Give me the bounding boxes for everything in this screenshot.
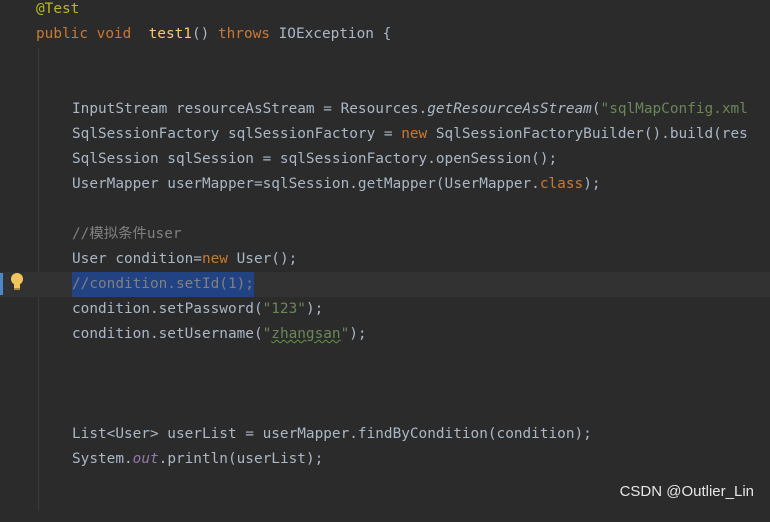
code-line-session[interactable]: SqlSession sqlSession = sqlSessionFactor… <box>0 147 770 172</box>
code-text: UserMapper userMapper=sqlSession.getMapp… <box>72 172 601 197</box>
method-name: test1 <box>148 26 192 42</box>
code-text: SqlSessionFactory sqlSessionFactory = ne… <box>72 122 748 147</box>
code-text: InputStream resourceAsStream = Resources… <box>72 97 748 122</box>
method-parens: () <box>191 26 210 42</box>
static-field-out: out <box>132 451 159 467</box>
code-segment: SqlSessionFactoryBuilder().build(res <box>427 126 748 142</box>
code-segment: .println(userList); <box>158 451 324 467</box>
string-literal: "123" <box>262 301 306 317</box>
code-text: User condition=new User(); <box>72 247 297 272</box>
code-segment: SqlSessionFactory sqlSessionFactory = <box>72 126 402 142</box>
watermark: CSDN @Outlier_Lin <box>619 483 754 500</box>
lightbulb-icon[interactable] <box>10 272 24 292</box>
code-line-set-username[interactable]: condition.setUsername("zhangsan"); <box>0 322 770 347</box>
code-editor[interactable]: @Test public void test1() throws IOExcep… <box>0 0 770 510</box>
code-text: System.out.println(userList); <box>72 447 323 472</box>
code-text: condition.setUsername("zhangsan"); <box>72 322 367 347</box>
code-line-println[interactable]: System.out.println(userList); <box>0 447 770 472</box>
keyword-new: new <box>201 251 228 267</box>
code-line-current[interactable]: //condition.setId(1); <box>0 272 770 297</box>
keyword-public: public <box>36 26 88 42</box>
string-quote: " <box>262 326 272 342</box>
code-segment: InputStream resourceAsStream = Resources… <box>72 101 428 117</box>
code-segment: condition.setPassword( <box>72 301 263 317</box>
code-text: SqlSession sqlSession = sqlSessionFactor… <box>72 151 558 167</box>
string-quote: " <box>340 326 350 342</box>
selected-comment[interactable]: //condition.setId(1); <box>72 272 254 297</box>
code-line-annotation[interactable]: @Test <box>0 0 770 22</box>
code-segment: User(); <box>227 251 298 267</box>
exception-type: IOException { <box>278 26 392 42</box>
code-segment: System. <box>72 451 133 467</box>
line-comment: //模拟条件user <box>72 226 182 242</box>
code-segment: ); <box>583 176 601 192</box>
code-line-signature[interactable]: public void test1() throws IOException { <box>0 22 770 47</box>
string-literal: "sqlMapConfig.xml <box>600 101 748 117</box>
code-line-session-factory[interactable]: SqlSessionFactory sqlSessionFactory = ne… <box>0 122 770 147</box>
code-line-condition[interactable]: User condition=new User(); <box>0 247 770 272</box>
annotation-test: @Test <box>36 1 80 17</box>
keyword-new: new <box>401 126 428 142</box>
code-line-user-list[interactable]: List<User> userList = userMapper.findByC… <box>0 422 770 447</box>
method-signature: public void test1() throws IOException { <box>36 22 391 47</box>
string-literal-typo: zhangsan <box>271 326 341 342</box>
code-text: condition.setPassword("123"); <box>72 297 323 322</box>
keyword-class: class <box>539 176 584 192</box>
code-segment: UserMapper userMapper=sqlSession.getMapp… <box>72 176 540 192</box>
code-line-comment[interactable]: //模拟条件user <box>0 222 770 247</box>
code-text: List<User> userList = userMapper.findByC… <box>72 426 592 442</box>
code-segment: ); <box>305 301 324 317</box>
code-segment: ); <box>349 326 367 342</box>
code-segment: User condition= <box>72 251 202 267</box>
code-line-user-mapper[interactable]: UserMapper userMapper=sqlSession.getMapp… <box>0 172 770 197</box>
code-segment: ( <box>591 101 601 117</box>
keyword-throws: throws <box>217 26 270 42</box>
code-line-set-password[interactable]: condition.setPassword("123"); <box>0 297 770 322</box>
current-line-marker <box>0 273 3 295</box>
code-line-input-stream[interactable]: InputStream resourceAsStream = Resources… <box>0 97 770 122</box>
keyword-void: void <box>96 26 132 42</box>
lightbulb-icon-graphic <box>11 273 23 290</box>
static-method-call: getResourceAsStream <box>427 101 592 117</box>
code-segment: condition.setUsername( <box>72 326 263 342</box>
